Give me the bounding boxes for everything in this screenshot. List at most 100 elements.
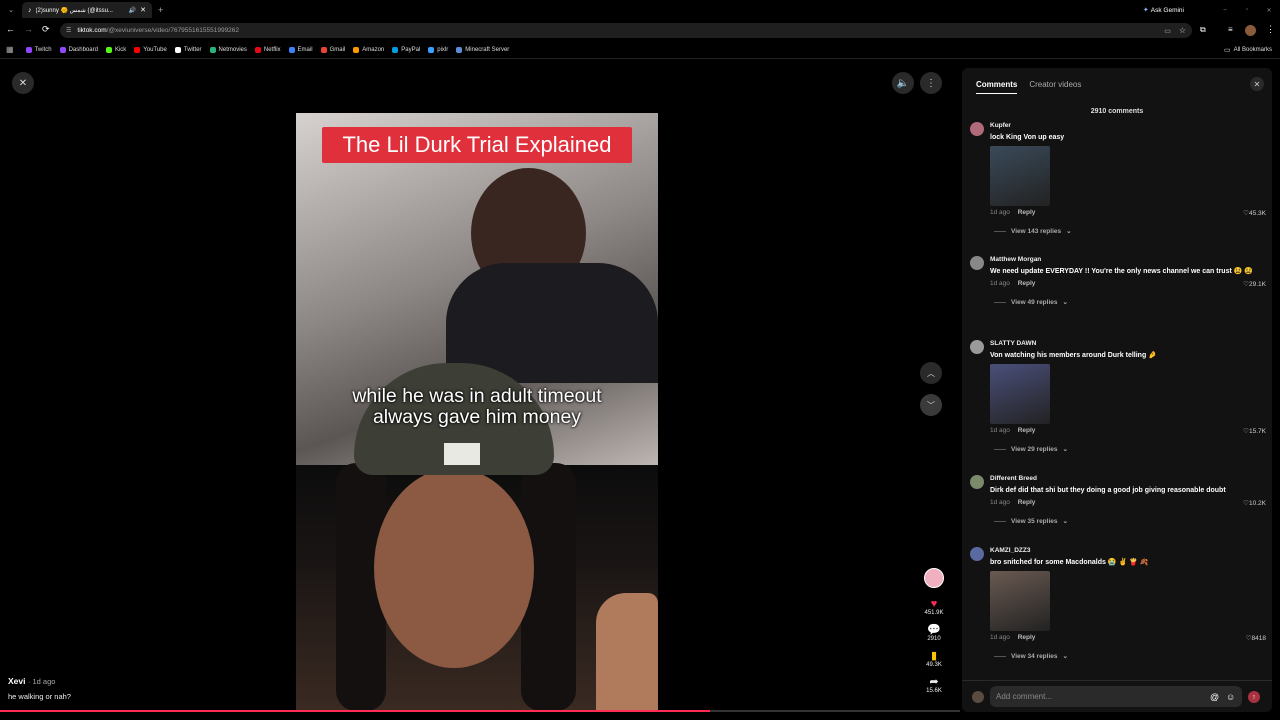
comment-like-button[interactable]: ♡29.1K	[1243, 280, 1266, 288]
creator-avatar[interactable]	[924, 568, 944, 588]
bookmark-item[interactable]: Netflix	[254, 46, 281, 53]
comment-image[interactable]	[990, 364, 1050, 424]
maximize-icon[interactable]: ▫	[1236, 7, 1258, 13]
chevron-down-icon: ⌄	[1066, 228, 1072, 235]
comment-like-button[interactable]: ♡8418	[1246, 634, 1266, 642]
view-replies-button[interactable]: View 29 replies ⌄	[990, 445, 1266, 453]
reading-list-icon[interactable]: ≡	[1228, 25, 1233, 34]
commenter-name[interactable]: Matthew Morgan	[990, 256, 1266, 264]
video-progress-bar[interactable]	[0, 710, 960, 712]
back-icon[interactable]: ←	[6, 24, 15, 34]
comment-like-button[interactable]: ♡10.2K	[1243, 499, 1266, 507]
bookmark-item[interactable]: Dashboard	[59, 46, 98, 53]
bookmark-item[interactable]: pixlr	[428, 46, 448, 53]
reply-button[interactable]: Reply	[1018, 280, 1036, 287]
comment-like-button[interactable]: ♡45.3K	[1243, 209, 1266, 217]
share-action[interactable]: ➦ 15.6K	[922, 676, 946, 694]
mention-icon[interactable]: @	[1210, 692, 1219, 702]
comment-like-button[interactable]: ♡15.7K	[1243, 427, 1266, 435]
profile-avatar[interactable]	[1245, 25, 1256, 36]
tab-close-icon[interactable]: ✕	[140, 6, 146, 14]
comment-like-count: 10.2K	[1249, 500, 1266, 507]
speaker-icon[interactable]: 🔊	[129, 7, 136, 14]
close-video-button[interactable]: ✕	[12, 72, 34, 94]
bookmark-label: Gmail	[329, 46, 346, 53]
site-info-icon[interactable]: ☰	[66, 27, 71, 34]
all-bookmarks-button[interactable]: All Bookmarks	[1234, 47, 1272, 53]
reply-button[interactable]: Reply	[1018, 209, 1036, 216]
panel-close-button[interactable]: ✕	[1250, 77, 1264, 91]
reload-icon[interactable]: ⟳	[42, 24, 50, 35]
minimize-icon[interactable]: –	[1214, 7, 1236, 13]
bookmark-item[interactable]: Gmail	[320, 46, 346, 53]
commenter-avatar[interactable]	[970, 475, 984, 489]
commenter-name[interactable]: KAMZI_DZZ3	[990, 547, 1266, 555]
like-action[interactable]: ♥ 451.9K	[922, 598, 946, 616]
commenter-name[interactable]: Kupfer	[990, 122, 1266, 130]
reply-button[interactable]: Reply	[1018, 427, 1036, 434]
tab-creator-videos[interactable]: Creator videos	[1029, 80, 1081, 94]
comment-count: 2910	[927, 636, 941, 642]
view-replies-button[interactable]: View 143 replies ⌄	[990, 227, 1266, 235]
comment-age: 1d ago	[990, 209, 1010, 216]
browser-tab[interactable]: ♪ (2)sunny 🌞 شمس (@itssu... 🔊 ✕	[22, 2, 152, 18]
bookmark-favicon-icon	[254, 46, 261, 53]
tab-list-icon[interactable]: ⌄	[4, 6, 18, 14]
save-action[interactable]: ▮ 49.3K	[922, 650, 946, 668]
reply-button[interactable]: Reply	[1018, 499, 1036, 506]
apps-grid-icon[interactable]: ▦	[6, 45, 14, 54]
save-count: 49.3K	[926, 662, 942, 668]
volume-button[interactable]: 🔈	[892, 72, 914, 94]
author-name[interactable]: Xevi	[8, 676, 26, 686]
bookmark-item[interactable]: Twitch	[25, 46, 52, 53]
tab-comments[interactable]: Comments	[976, 80, 1018, 94]
address-bar[interactable]: ☰ tiktok.com /@xeviuniverse/video/767955…	[60, 23, 1192, 38]
bookmark-icon: ▮	[930, 650, 938, 662]
ask-gemini-button[interactable]: Ask Gemini	[1151, 7, 1184, 14]
bookmark-item[interactable]: Twitter	[174, 46, 202, 53]
comment-text: Von watching his members around Durk tel…	[990, 352, 1157, 359]
comment-image[interactable]	[990, 571, 1050, 631]
view-replies-button[interactable]: View 34 replies ⌄	[990, 652, 1266, 660]
reply-button[interactable]: Reply	[1018, 634, 1036, 641]
emoji-icon[interactable]: ☺	[1226, 692, 1235, 702]
forward-icon[interactable]: →	[24, 24, 33, 34]
commenter-avatar[interactable]	[970, 256, 984, 270]
more-options-button[interactable]: ⋮	[920, 72, 942, 94]
window-close-icon[interactable]: ✕	[1258, 7, 1280, 14]
commenter-name[interactable]: SLATTY DAWN	[990, 340, 1266, 348]
commenter-avatar[interactable]	[970, 122, 984, 136]
menu-icon[interactable]: ⋮	[1266, 24, 1275, 35]
comment-text: bro snitched for some Macdonalds 😭 ✌️ 🍟 …	[990, 559, 1149, 566]
view-replies-button[interactable]: View 49 replies ⌄	[990, 298, 1266, 306]
bookmark-item[interactable]: Minecraft Server	[456, 46, 509, 53]
bookmark-star-icon[interactable]: ☆	[1179, 26, 1186, 35]
bookmark-item[interactable]: Kick	[105, 46, 127, 53]
view-replies-button[interactable]: View 35 replies ⌄	[990, 517, 1266, 525]
commenter-avatar[interactable]	[970, 340, 984, 354]
commenter-avatar[interactable]	[970, 547, 984, 561]
chevron-down-icon: ⌄	[1062, 518, 1068, 525]
previous-video-button[interactable]: ︿	[920, 362, 942, 384]
new-tab-icon[interactable]: +	[158, 5, 163, 15]
add-comment-input[interactable]	[990, 686, 1242, 707]
video-author: Xevi · 1d ago	[8, 676, 56, 686]
extensions-icon[interactable]: ⧉	[1200, 25, 1206, 35]
bookmark-item[interactable]: PayPal	[392, 46, 420, 53]
view-replies-label: View 35 replies	[1011, 517, 1058, 525]
bookmark-label: Kick	[114, 46, 127, 53]
comments-panel: Comments Creator videos ✕ 2910 comments …	[962, 68, 1272, 712]
comment-image[interactable]	[990, 146, 1050, 206]
post-comment-button[interactable]: ↑	[1248, 691, 1260, 703]
next-video-button[interactable]: ﹀	[920, 394, 942, 416]
comment-action[interactable]: 💬 2910	[922, 624, 946, 642]
bookmark-item[interactable]: Amazon	[353, 46, 384, 53]
bookmark-item[interactable]: Netmovies	[209, 46, 247, 53]
cast-icon[interactable]: ▭	[1164, 27, 1171, 35]
bookmark-item[interactable]: YouTube	[134, 46, 167, 53]
comment-meta: 1d ago Reply ♡15.7K	[990, 427, 1266, 437]
comment-meta: 1d ago Reply ♡8418	[990, 634, 1266, 644]
video-player[interactable]: The Lil Durk Trial Explained while he wa…	[296, 113, 658, 711]
bookmark-item[interactable]: Email	[288, 46, 313, 53]
commenter-name[interactable]: Different Breed	[990, 475, 1266, 483]
